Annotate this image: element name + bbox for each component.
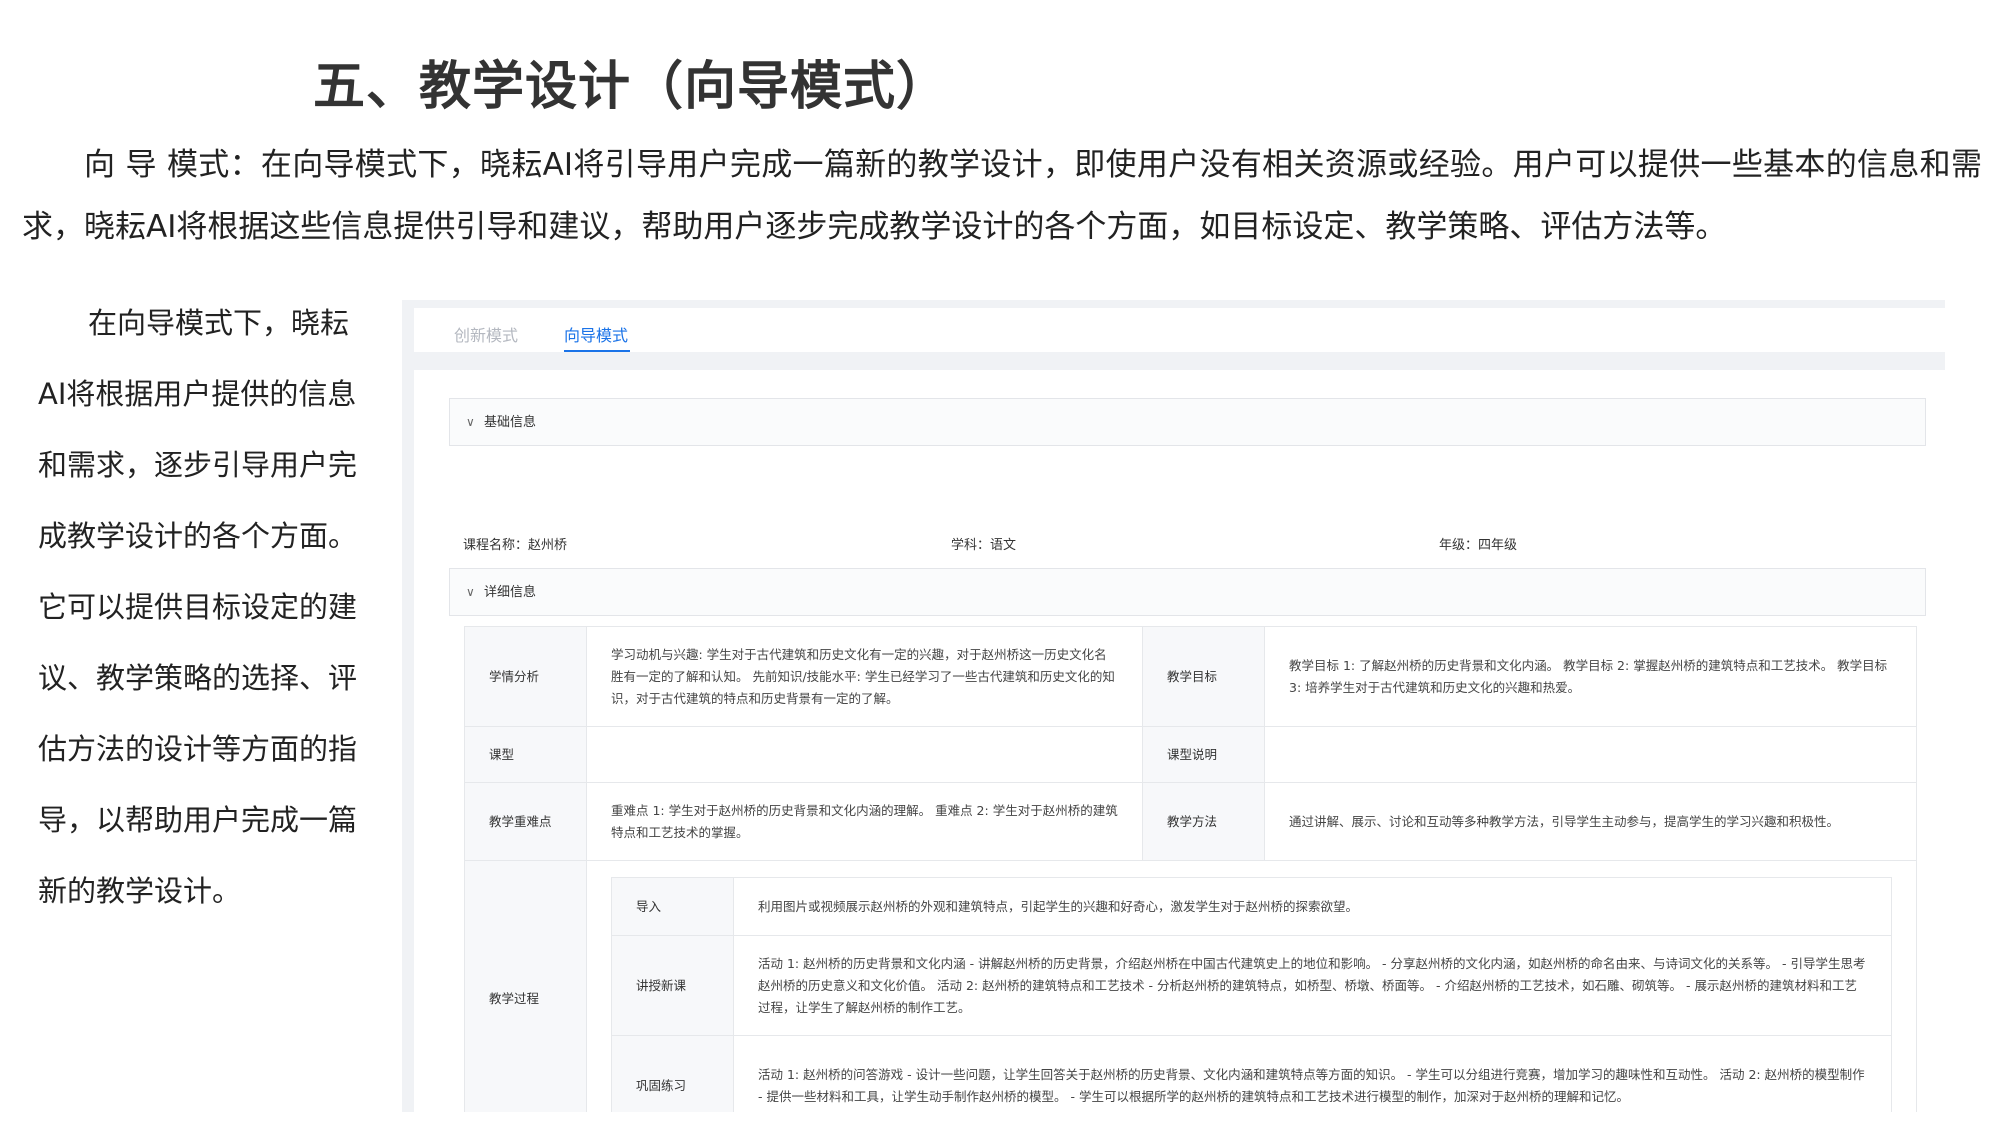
basic-info-panel[interactable]: ∨ 基础信息 [449,398,1926,446]
detail-info-panel[interactable]: ∨ 详细信息 [449,568,1926,616]
detail-info-header: 详细信息 [484,585,537,600]
process-table: 导入 利用图片或视频展示赵州桥的外观和建筑特点，引起学生的兴趣和好奇心，激发学生… [611,877,1892,1112]
basic-info-row: 课程名称：赵州桥 学科：语文 年级：四年级 [449,518,1924,566]
detail-table: 学情分析 学习动机与兴趣: 学生对于古代建筑和历史文化有一定的兴趣，对于赵州桥这… [464,626,1917,1112]
app-screenshot: 创新模式 向导模式 ∨ 基础信息 课程名称：赵州桥 学科：语文 年级：四年级 ∨ 详… [402,300,1945,1112]
course-name: 课程名称：赵州桥 [463,538,568,553]
table-row: 教学重难点 重难点 1: 学生对于赵州桥的历史背景和文化内涵的理解。 重难点 2… [464,782,1917,861]
key-value: 重难点 1: 学生对于赵州桥的历史背景和文化内涵的理解。 重难点 2: 学生对于… [586,782,1143,861]
basic-info-header: 基础信息 [484,415,537,430]
process-row: 巩固练习 活动 1: 赵州桥的问答游戏 - 设计一些问题，让学生回答关于赵州桥的… [611,1035,1892,1112]
type-desc-label: 课型说明 [1142,726,1265,783]
process-cell: 导入 利用图片或视频展示赵州桥的外观和建筑特点，引起学生的兴趣和好奇心，激发学生… [586,860,1917,1112]
method-label: 教学方法 [1142,782,1265,861]
active-tab-indicator [564,350,630,352]
process-row: 讲授新课 活动 1: 赵州桥的历史背景和文化内涵 - 讲解赵州桥的历史背景，介绍… [611,935,1892,1036]
process-step-text: 活动 1: 赵州桥的问答游戏 - 设计一些问题，让学生回答关于赵州桥的历史背景、… [733,1035,1892,1112]
process-step-text: 活动 1: 赵州桥的历史背景和文化内涵 - 讲解赵州桥的历史背景，介绍赵州桥在中… [733,935,1892,1036]
xueqing-label: 学情分析 [464,626,587,727]
goal-label: 教学目标 [1142,626,1265,727]
process-step-label: 巩固练习 [611,1035,734,1112]
table-row: 课型 课型说明 [464,726,1917,783]
xueqing-value: 学习动机与兴趣: 学生对于古代建筑和历史文化有一定的兴趣，对于赵州桥这一历史文化… [586,626,1143,727]
chevron-down-icon: ∨ [466,585,475,599]
page-title: 五、教学设计（向导模式） [313,57,950,117]
tab-wizard-mode[interactable]: 向导模式 [564,322,628,346]
process-step-label: 导入 [611,877,734,936]
content-card: ∨ 基础信息 课程名称：赵州桥 学科：语文 年级：四年级 ∨ 详细信息 学情分析 学… [414,370,1945,1112]
key-label: 教学重难点 [464,782,587,861]
mode-tabs: 创新模式 向导模式 [414,308,1945,352]
subject: 学科：语文 [951,538,1017,553]
side-description: 在向导模式下，晓耘AI将根据用户提供的信息和需求，逐步引导用户完成教学设计的各个… [38,306,358,908]
type-label: 课型 [464,726,587,783]
process-row: 导入 利用图片或视频展示赵州桥的外观和建筑特点，引起学生的兴趣和好奇心，激发学生… [611,877,1892,936]
process-step-text: 利用图片或视频展示赵州桥的外观和建筑特点，引起学生的兴趣和好奇心，激发学生对于赵… [733,877,1892,936]
table-row: 教学过程 导入 利用图片或视频展示赵州桥的外观和建筑特点，引起学生的兴趣和好奇心… [464,860,1917,1112]
intro-paragraph: 向 导 模式：在向导模式下，晓耘AI将引导用户完成一篇新的教学设计，即使用户没有… [22,147,1982,245]
table-row: 学情分析 学习动机与兴趣: 学生对于古代建筑和历史文化有一定的兴趣，对于赵州桥这… [464,626,1917,727]
type-desc-value [1264,726,1917,783]
process-label: 教学过程 [464,860,587,1112]
process-step-label: 讲授新课 [611,935,734,1036]
goal-value: 教学目标 1: 了解赵州桥的历史背景和文化内涵。 教学目标 2: 掌握赵州桥的建… [1264,626,1917,727]
grade: 年级：四年级 [1439,538,1518,553]
method-value: 通过讲解、展示、讨论和互动等多种教学方法，引导学生主动参与，提高学生的学习兴趣和… [1264,782,1917,861]
type-value [586,726,1143,783]
tab-innovation-mode[interactable]: 创新模式 [454,322,518,346]
chevron-down-icon: ∨ [466,415,475,429]
